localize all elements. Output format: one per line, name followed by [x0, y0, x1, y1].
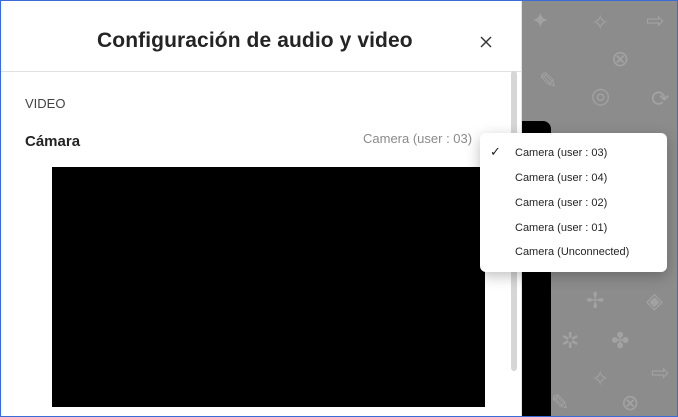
camera-option-label: Camera (user : 02) — [515, 197, 608, 209]
backdrop-pattern-icon: ✧ — [591, 11, 610, 36]
camera-dropdown-menu: ✓ Camera (user : 03) Camera (user : 04) … — [480, 133, 667, 272]
backdrop-pattern-icon: ✤ — [611, 329, 630, 354]
checkmark-icon: ✓ — [490, 145, 501, 160]
backdrop-pattern-icon: ◎ — [591, 84, 611, 109]
camera-option[interactable]: Camera (user : 02) — [480, 192, 667, 214]
backdrop-pattern-icon: ⊗ — [621, 391, 640, 416]
backdrop-pattern-icon: ✧ — [591, 367, 610, 392]
backdrop-pattern-icon: ✎ — [551, 391, 570, 416]
camera-preview — [52, 167, 485, 407]
camera-label: Cámara — [25, 133, 81, 150]
backdrop-pattern-icon: ⇨ — [646, 9, 665, 34]
camera-option[interactable]: Camera (user : 01) — [480, 217, 667, 239]
close-button[interactable] — [473, 29, 499, 55]
camera-option[interactable]: ✓ Camera (user : 03) — [480, 142, 667, 164]
camera-option-label: Camera (user : 04) — [515, 172, 608, 184]
close-icon — [480, 36, 492, 48]
backdrop-pattern-icon: ⇨ — [651, 361, 670, 386]
camera-option-label: Camera (user : 01) — [515, 222, 608, 234]
backdrop-pattern-icon: ✢ — [586, 289, 605, 314]
camera-option[interactable]: Camera (Unconnected) — [480, 241, 667, 263]
backdrop-pattern-icon: ⟳ — [651, 87, 670, 112]
backdrop-pattern-icon: ✦ — [531, 9, 550, 34]
video-section-label: VIDEO — [25, 96, 66, 111]
camera-select[interactable]: Camera (user : 03) — [363, 131, 481, 151]
camera-option-label: Camera (user : 03) — [515, 147, 608, 159]
backdrop-pattern-icon: ✲ — [561, 329, 580, 354]
backdrop-pattern-icon: ✎ — [539, 69, 558, 94]
backdrop-pattern-icon: ⊗ — [611, 47, 630, 72]
camera-option[interactable]: Camera (user : 04) — [480, 167, 667, 189]
audio-video-settings-dialog: Configuración de audio y video VIDEO Cám… — [1, 1, 521, 416]
backdrop-pattern-icon: ◈ — [646, 289, 663, 314]
camera-option-label: Camera (Unconnected) — [515, 246, 630, 258]
dialog-title: Configuración de audio y video — [97, 29, 413, 52]
screenshot-frame: ✦ ✧ ⇨ ✎ ⊗ ◎ ⟳ ✢ ◈ ✲ ✤ ✧ ⇨ ⊗ ✎ Configurac… — [0, 0, 678, 417]
dialog-header: Configuración de audio y video — [1, 1, 521, 72]
